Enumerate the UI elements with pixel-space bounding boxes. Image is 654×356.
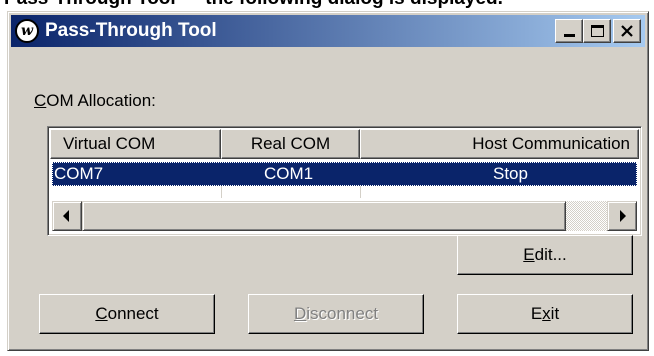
window-title: Pass-Through Tool (45, 20, 217, 41)
edit-button[interactable]: Edit... (457, 235, 633, 275)
pass-through-tool-window: w Pass-Through Tool COM Allocation: Virt… (7, 11, 649, 351)
maximize-button[interactable] (583, 19, 611, 43)
column-header-virtual-com[interactable]: Virtual COM (50, 129, 221, 159)
maximize-icon (591, 25, 604, 37)
list-header: Virtual COM Real COM Host Communication (50, 129, 639, 159)
close-button[interactable] (613, 19, 641, 43)
horizontal-scrollbar[interactable] (52, 201, 637, 231)
cell-host-communication: Stop (493, 164, 528, 183)
column-header-host-communication[interactable]: Host Communication (360, 129, 639, 159)
arrow-left-icon (63, 210, 69, 222)
com-allocation-label: COM Allocation: (34, 91, 156, 110)
scroll-right-button[interactable] (607, 201, 637, 231)
minimize-icon (564, 34, 575, 37)
exit-button[interactable]: Ex it (457, 294, 633, 334)
app-logo-icon[interactable]: w (15, 19, 39, 43)
column-divider (221, 186, 222, 198)
column-header-real-com[interactable]: Real COM (221, 129, 360, 159)
close-icon (621, 25, 633, 37)
cell-real-com: COM1 (263, 164, 314, 183)
scroll-left-button[interactable] (52, 201, 82, 231)
disconnect-button[interactable]: Disconnect (248, 294, 424, 334)
arrow-right-icon (620, 210, 626, 222)
com-allocation-list[interactable]: Virtual COM Real COM Host Communication … (47, 126, 642, 236)
cell-virtual-com: COM7 (54, 164, 104, 183)
column-divider (360, 186, 361, 198)
minimize-button[interactable] (555, 19, 583, 43)
title-bar[interactable]: w Pass-Through Tool (11, 15, 645, 47)
scrollbar-thumb[interactable] (82, 201, 566, 231)
connect-button[interactable]: Connect (39, 294, 215, 334)
table-row[interactable]: COM7 COM1 Stop (52, 162, 637, 186)
document-caption-fragment: Pass-Through Tool — the following dialog… (0, 0, 654, 8)
